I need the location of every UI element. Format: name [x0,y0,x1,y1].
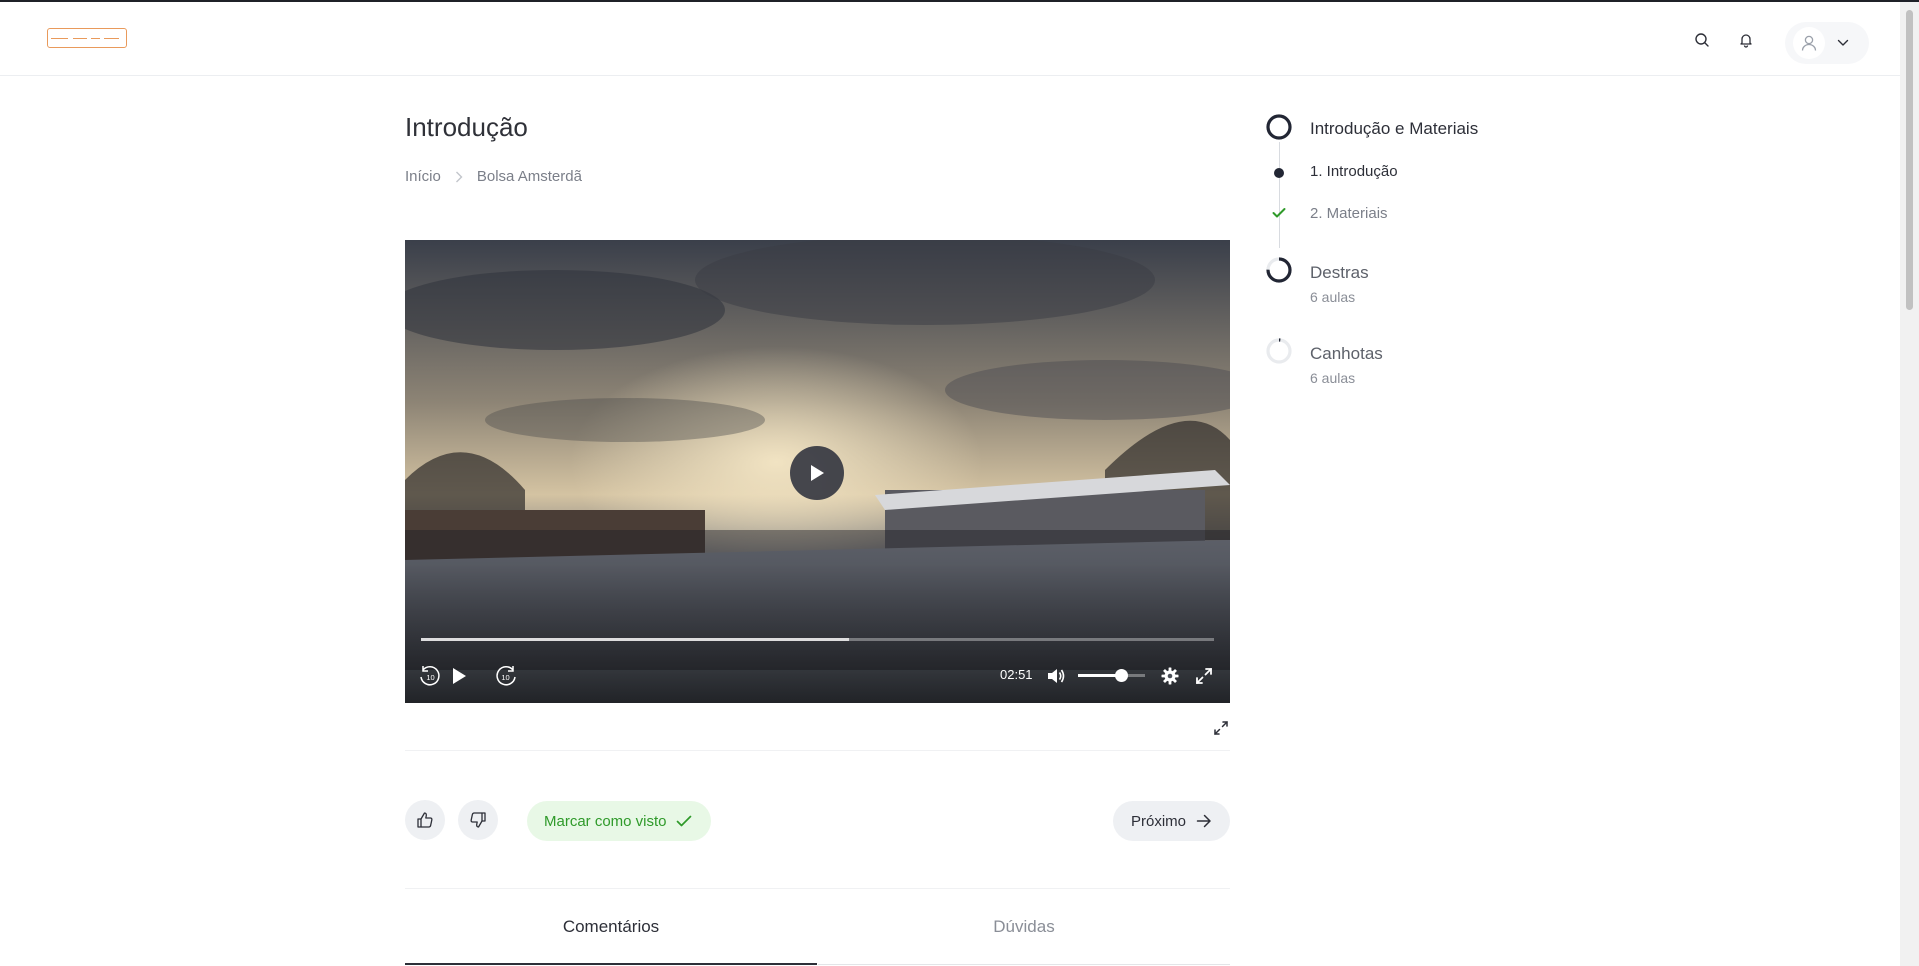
module-title-intro[interactable]: Introdução e Materiais [1310,119,1478,139]
lesson-item-materiais[interactable]: 2. Materiais [1310,205,1388,222]
breadcrumb: Início Bolsa Amsterdã [405,168,582,185]
lesson-item-introducao[interactable]: 1. Introdução [1310,163,1398,180]
tab-duvidas-label: Dúvidas [993,917,1055,936]
current-lesson-dot-icon [1274,168,1284,178]
top-header [0,2,1900,76]
settings-icon[interactable] [1157,663,1183,689]
check-icon [1272,208,1286,218]
module-title-destras[interactable]: Destras [1310,263,1369,283]
chevron-down-icon [1837,39,1849,47]
play-button-large[interactable] [790,446,844,500]
module-progress-ring-icon [1266,257,1292,283]
module-progress-ring-icon [1266,114,1292,140]
divider [405,888,1230,889]
svg-text:10: 10 [501,673,509,682]
module-title-canhotas[interactable]: Canhotas [1310,344,1383,364]
forward-10-icon[interactable]: 10 [493,663,519,689]
rewind-10-icon[interactable]: 10 [417,663,443,689]
user-icon [1793,27,1825,59]
arrow-right-icon [1196,814,1211,828]
video-player[interactable]: 10 10 02:51 [405,240,1230,703]
page-title: Introdução [405,112,528,142]
volume-slider[interactable] [1078,669,1145,682]
module-subtitle-canhotas: 6 aulas [1310,370,1356,386]
play-icon [811,465,824,481]
breadcrumb-course[interactable]: Bolsa Amsterdã [477,168,582,185]
next-lesson-button[interactable]: Próximo [1113,801,1230,841]
thumbs-up-icon [417,812,433,828]
expand-icon[interactable] [1211,718,1231,738]
user-menu[interactable] [1785,22,1869,64]
video-progress-bar[interactable] [421,638,1214,641]
play-icon[interactable] [446,663,472,689]
module-subtitle-destras: 6 aulas [1310,289,1356,305]
video-progress-fill [421,638,850,641]
breadcrumb-home[interactable]: Início [405,168,441,185]
volume-slider-knob[interactable] [1114,669,1128,682]
chevron-right-icon [455,171,463,183]
tab-comentarios[interactable]: Comentários [405,905,817,965]
like-button[interactable] [405,800,445,840]
fullscreen-icon[interactable] [1191,663,1217,689]
tab-duvidas[interactable]: Dúvidas [818,905,1230,965]
check-icon [676,815,691,827]
svg-text:10: 10 [426,673,434,682]
dislike-button[interactable] [458,800,498,840]
timeline-line [1279,142,1280,248]
module-progress-ring-icon [1266,338,1292,364]
volume-icon[interactable] [1043,663,1069,689]
thumbs-down-icon [470,812,486,828]
scrollbar-thumb[interactable] [1906,10,1913,310]
search-icon[interactable] [1692,30,1712,50]
video-time: 02:51 [1000,667,1033,682]
brand-logo[interactable] [47,28,127,48]
divider [405,750,1230,751]
mark-as-seen-label: Marcar como visto [544,812,667,830]
tab-comentarios-label: Comentários [562,917,660,936]
next-lesson-label: Próximo [1130,812,1186,830]
mark-as-seen-button[interactable]: Marcar como visto [527,801,711,841]
bell-icon[interactable] [1736,30,1756,50]
